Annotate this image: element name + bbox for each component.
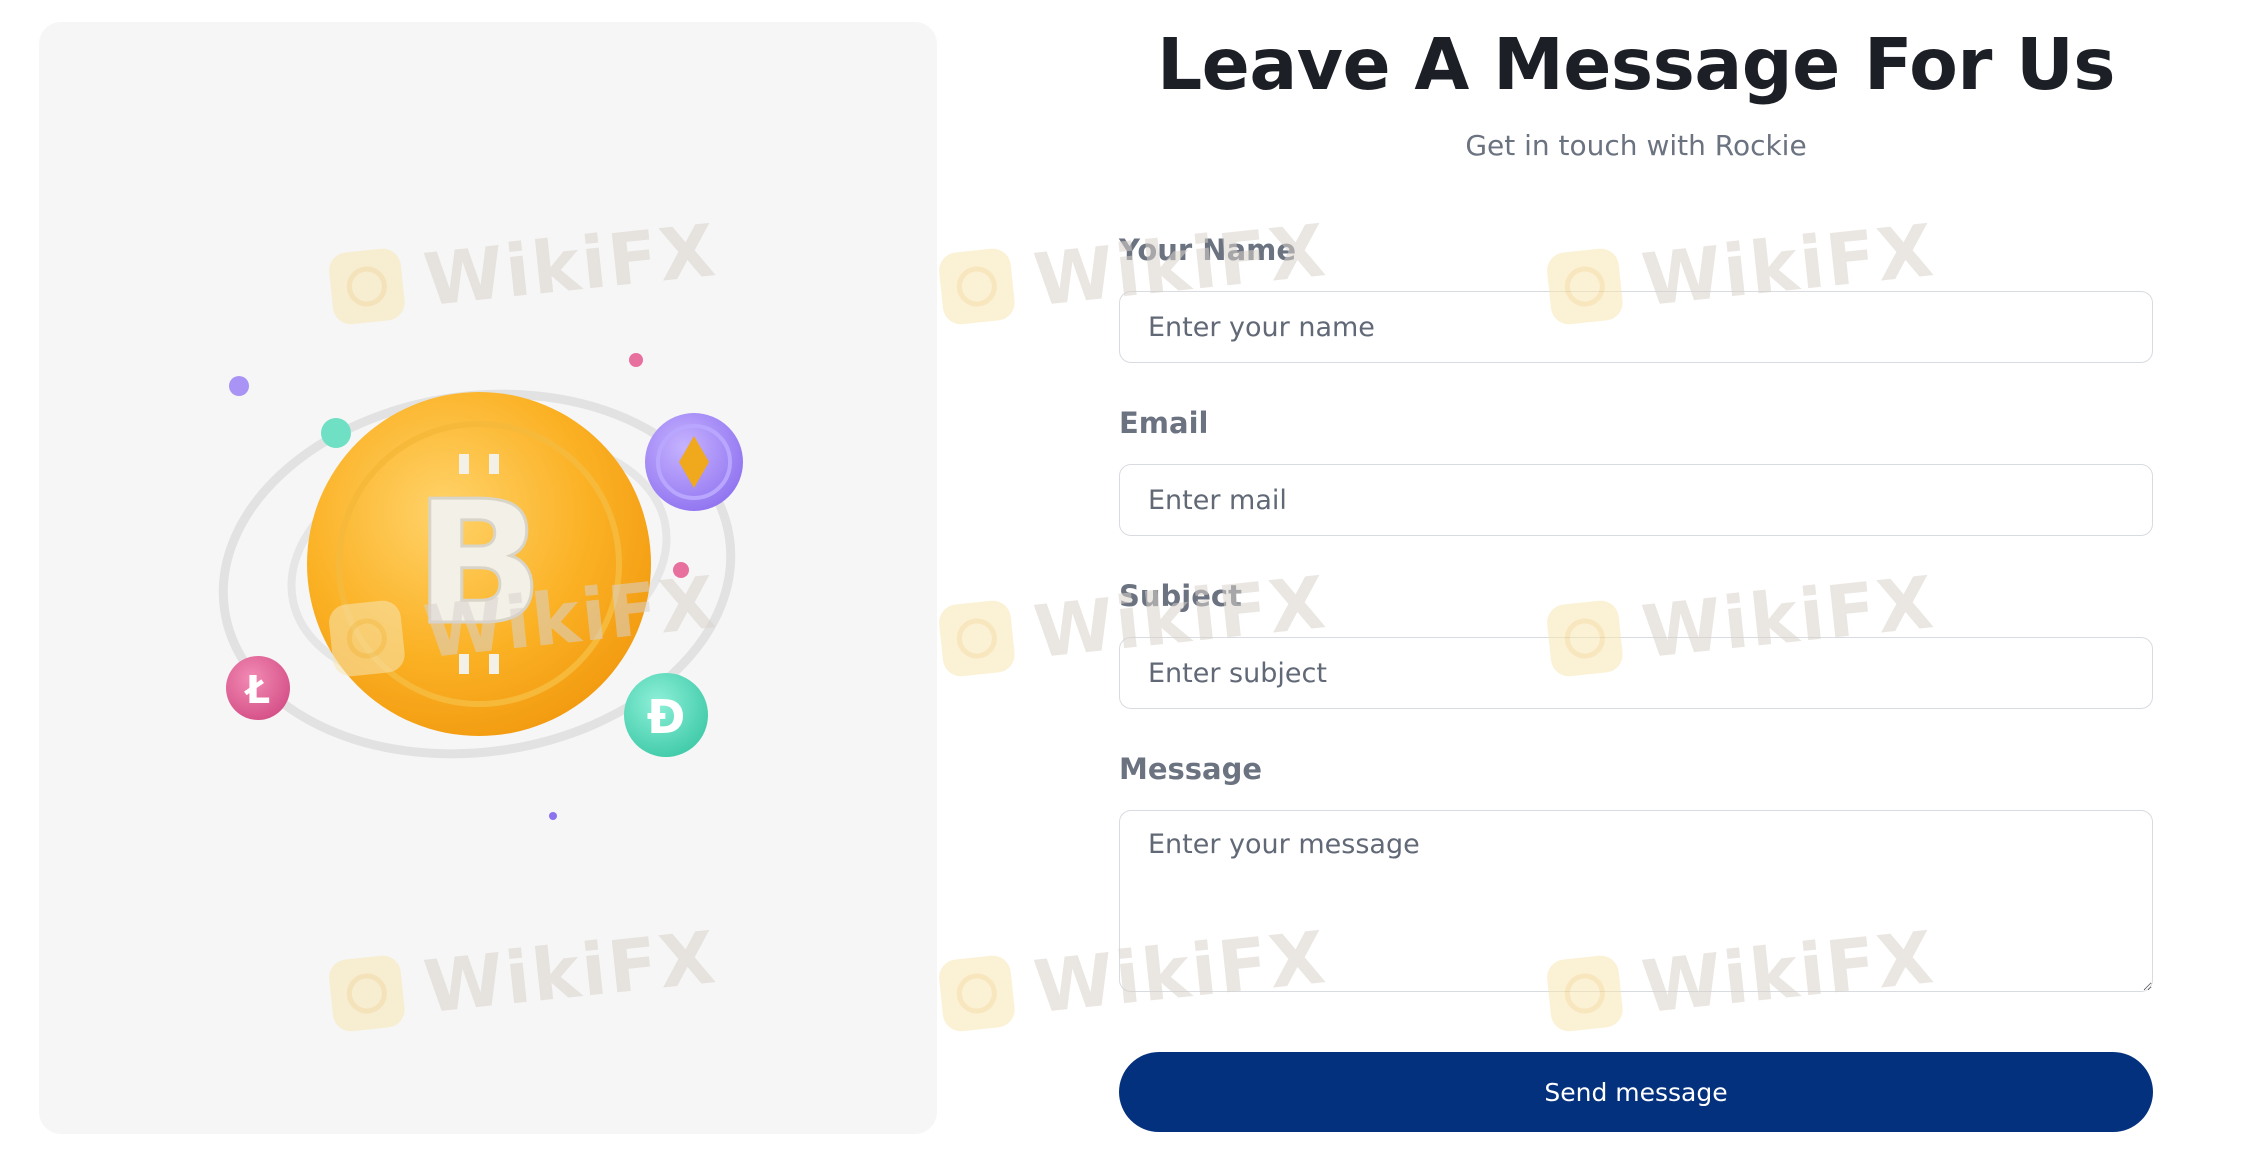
- litecoin-symbol: Ł: [244, 668, 270, 712]
- subject-label: Subject: [1119, 579, 1242, 613]
- dash-symbol: Đ: [647, 690, 686, 744]
- message-textarea[interactable]: [1119, 810, 2153, 992]
- crypto-illustration: B Ł Đ: [218, 353, 743, 820]
- page-title: Leave A Message For Us: [1156, 23, 2116, 106]
- message-label: Message: [1119, 752, 1263, 786]
- watermark-logo-icon: [937, 953, 1017, 1034]
- email-label: Email: [1119, 406, 1209, 440]
- watermark-logo-icon: [937, 598, 1017, 679]
- watermark-logo-icon: [937, 246, 1017, 327]
- orb-pink-right: [673, 562, 689, 578]
- name-input[interactable]: [1119, 291, 2153, 363]
- email-input[interactable]: [1119, 464, 2153, 536]
- orb-teal: [321, 418, 351, 448]
- page-subtitle: Get in touch with Rockie: [1465, 129, 1807, 162]
- send-message-button[interactable]: Send message: [1119, 1052, 2153, 1132]
- orb-pink-top: [629, 353, 643, 367]
- bitcoin-symbol: B: [414, 465, 544, 663]
- orb-purple-bottom: [549, 812, 557, 820]
- contact-form-section: Leave A Message For Us Get in touch with…: [1119, 0, 2153, 1154]
- subject-input[interactable]: [1119, 637, 2153, 709]
- orb-purple: [229, 376, 249, 396]
- illustration-panel: B Ł Đ: [39, 22, 937, 1134]
- name-label: Your Name: [1119, 233, 1297, 267]
